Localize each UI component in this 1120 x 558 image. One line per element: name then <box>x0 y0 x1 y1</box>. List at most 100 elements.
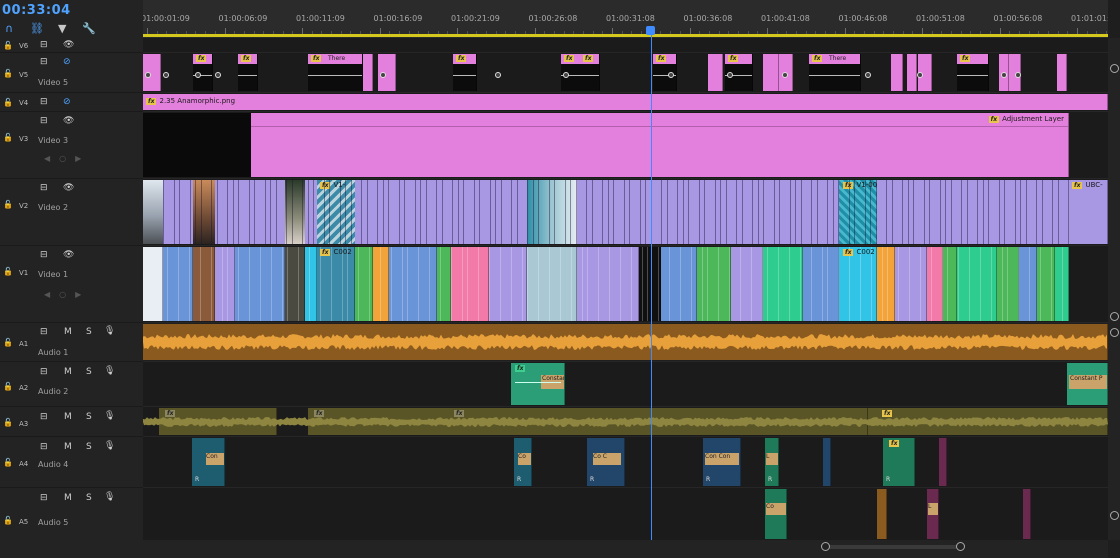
eye-icon[interactable]: 👁 <box>63 40 74 50</box>
edit-point[interactable] <box>398 180 400 244</box>
edit-point[interactable] <box>977 180 978 244</box>
mute-button[interactable]: M <box>64 327 72 337</box>
edit-point[interactable] <box>527 247 528 321</box>
playhead-line[interactable] <box>651 34 652 540</box>
track-header-v1[interactable]: 🔓 V1 ⊟ 👁 Video 1 ◀○▶ <box>0 246 143 323</box>
clip-v1[interactable] <box>1019 247 1037 321</box>
keyframe-nav-icon[interactable]: ◀○▶ <box>44 154 90 163</box>
track-header-v4[interactable]: 🔓 V4 ⊟ ⊘ <box>0 93 143 112</box>
edit-point[interactable] <box>575 180 577 244</box>
edit-point[interactable] <box>1014 180 1016 244</box>
edit-point[interactable] <box>811 180 812 244</box>
keyframe[interactable] <box>563 72 569 78</box>
eye-icon[interactable]: 👁 <box>63 250 74 260</box>
clip-v1[interactable] <box>943 247 957 321</box>
edit-point[interactable] <box>511 247 512 321</box>
edit-point[interactable] <box>838 247 839 321</box>
edit-point[interactable] <box>998 180 1000 244</box>
edit-point[interactable] <box>677 180 678 244</box>
keyframe[interactable] <box>145 72 151 78</box>
edit-point[interactable] <box>457 180 459 244</box>
track-header-v2[interactable]: 🔓 V2 ⊟ 👁 Video 2 <box>0 179 143 246</box>
vertical-scrollbar[interactable] <box>1108 38 1120 540</box>
mute-button[interactable]: M <box>64 367 72 377</box>
clip-v1[interactable] <box>285 247 305 321</box>
edit-point[interactable] <box>248 180 250 244</box>
lane-a1[interactable] <box>143 323 1108 362</box>
edit-point[interactable] <box>720 180 721 244</box>
work-area-bar[interactable] <box>143 34 1108 37</box>
edit-point[interactable] <box>238 180 239 244</box>
clip-v5[interactable]: fx <box>238 54 258 91</box>
track-header-a5[interactable]: 🔓 A5 ⊟ M S 🎙 Audio 5 <box>0 488 143 540</box>
edit-point[interactable] <box>402 247 403 321</box>
clip-constant-power-2[interactable]: Constant P <box>1067 363 1108 405</box>
lane-a4[interactable]: Con R Co R Co C R Con Con R L R fx R <box>143 437 1108 488</box>
toggle-sync-icon[interactable]: ⊟ <box>40 327 48 337</box>
edit-point[interactable] <box>757 180 759 244</box>
edit-point[interactable] <box>222 247 223 321</box>
eye-hidden-icon[interactable]: ⊘ <box>63 57 71 67</box>
edit-point[interactable] <box>291 180 293 244</box>
edit-point[interactable] <box>958 247 959 321</box>
edit-point[interactable] <box>1062 247 1063 321</box>
scroll-thumb[interactable] <box>821 542 965 551</box>
keyframe[interactable] <box>195 72 201 78</box>
clip-v5[interactable] <box>763 54 779 91</box>
clip-anamorphic-png[interactable]: fx 2.35 Anamorphic.png <box>143 94 1108 110</box>
edit-point[interactable] <box>452 180 453 244</box>
edit-point[interactable] <box>173 180 175 244</box>
edit-point[interactable] <box>264 180 266 244</box>
time-ruler[interactable]: 01:00:01:09 01:00:06:09 01:00:11:09 01:00:1… <box>143 0 1108 38</box>
edit-point[interactable] <box>887 247 888 321</box>
edit-point[interactable] <box>479 180 480 244</box>
clip-v1[interactable] <box>895 247 927 321</box>
edit-point[interactable] <box>666 180 668 244</box>
edit-point[interactable] <box>211 247 212 321</box>
edit-point[interactable] <box>388 180 389 244</box>
clip-v5[interactable] <box>363 54 373 91</box>
edit-point[interactable] <box>870 180 871 244</box>
edit-point[interactable] <box>339 180 341 244</box>
clip-v5[interactable] <box>1057 54 1067 91</box>
track-header-v6[interactable]: 🔓 V6 ⊟ 👁 <box>0 38 143 53</box>
edit-point[interactable] <box>980 247 981 321</box>
edit-point[interactable] <box>832 180 834 244</box>
edit-point[interactable] <box>549 247 550 321</box>
edit-point[interactable] <box>647 247 648 321</box>
edit-point[interactable] <box>418 247 419 321</box>
edit-point[interactable] <box>849 247 850 321</box>
zoom-handle-left[interactable] <box>821 542 830 551</box>
edit-point[interactable] <box>361 180 362 244</box>
edit-point[interactable] <box>462 247 463 321</box>
lane-a2[interactable]: fx Constant Constant P <box>143 362 1108 407</box>
transition-label[interactable]: Constant P <box>1069 375 1107 389</box>
clip-v5[interactable] <box>907 54 917 91</box>
edit-point[interactable] <box>532 180 534 244</box>
edit-point[interactable] <box>358 247 359 321</box>
edit-point[interactable] <box>195 180 196 244</box>
edit-point[interactable] <box>216 180 218 244</box>
edit-point[interactable] <box>1041 180 1043 244</box>
keyframe[interactable] <box>668 72 674 78</box>
lane-v5[interactable]: fx fx fx There fx fx fx fx fx fx There fx <box>143 53 1108 93</box>
edit-point[interactable] <box>527 180 528 244</box>
solo-button[interactable]: S <box>86 493 92 503</box>
mute-button[interactable]: M <box>64 442 72 452</box>
edit-point[interactable] <box>302 180 303 244</box>
edit-point[interactable] <box>1004 180 1005 244</box>
scroll-knob[interactable] <box>1110 312 1119 321</box>
edit-point[interactable] <box>623 180 625 244</box>
keyframe[interactable] <box>163 72 169 78</box>
edit-point[interactable] <box>800 180 802 244</box>
edit-point[interactable] <box>961 180 962 244</box>
track-header-v3[interactable]: 🔓 V3 ⊟ 👁 Video 3 ◀○▶ <box>0 112 143 179</box>
edit-point[interactable] <box>1057 180 1059 244</box>
transition-label[interactable]: Co <box>766 503 786 515</box>
edit-point[interactable] <box>702 247 703 321</box>
lock-icon[interactable]: 🔓 <box>3 516 13 525</box>
edit-point[interactable] <box>789 247 790 321</box>
lock-icon[interactable]: 🔓 <box>3 69 13 78</box>
scroll-knob[interactable] <box>1110 511 1119 520</box>
lock-icon[interactable]: 🔓 <box>3 98 13 107</box>
